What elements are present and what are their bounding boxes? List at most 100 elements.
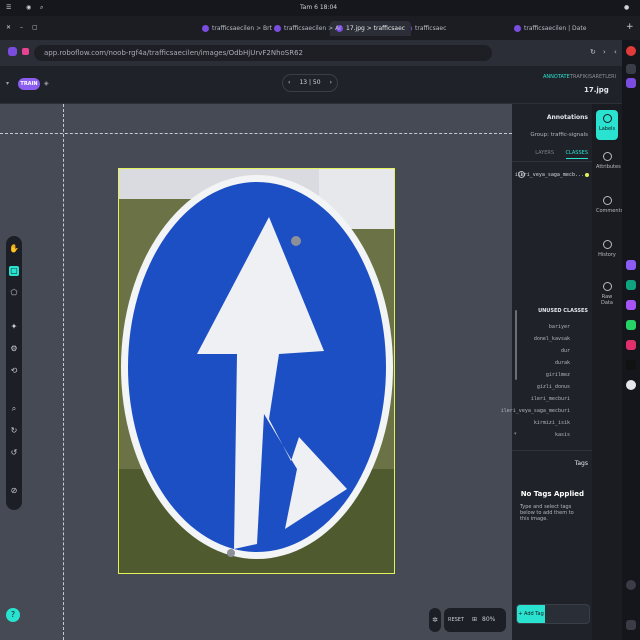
no-tags-body: Type and select tags below to add them t… (520, 504, 574, 522)
breadcrumb[interactable]: TRAFIKISARETLERI (570, 74, 616, 80)
clock: Tam 6 18:04 (300, 4, 338, 11)
labels-icon (602, 114, 612, 123)
crosshair-vertical (63, 104, 64, 640)
annotate-link[interactable]: ANNOTATE (543, 74, 570, 80)
no-tags-title: No Tags Applied (520, 490, 584, 498)
undo-icon[interactable]: ↺ (9, 448, 19, 458)
traffic-sign-image (119, 169, 394, 573)
unused-class-item[interactable]: gizli_donus (537, 384, 570, 390)
messenger-icon[interactable] (626, 300, 636, 310)
browser-sidebar (622, 40, 640, 640)
comments-icon (602, 196, 612, 205)
repeat-previous-icon[interactable]: ⟲ (9, 366, 19, 376)
divider (512, 450, 592, 451)
next-image-icon[interactable]: › (330, 75, 332, 91)
file-name: 17.jpg (584, 86, 609, 94)
search-icon[interactable]: ⌕ (40, 4, 43, 12)
unused-class-item[interactable]: durak (555, 360, 570, 366)
settings-icon[interactable]: ✲ (429, 608, 441, 632)
minimize-icon[interactable]: – (20, 24, 23, 31)
help-icon[interactable]: ? (6, 608, 20, 622)
maximize-icon[interactable]: ▢ (32, 24, 38, 31)
whatsapp-icon[interactable] (626, 320, 636, 330)
reload-icon[interactable]: ↻ (590, 48, 596, 56)
aria-icon[interactable] (626, 260, 636, 270)
x-icon[interactable] (626, 360, 636, 370)
unused-class-item[interactable]: donel_kavsak (534, 336, 570, 342)
prev-image-icon[interactable]: ‹ (288, 75, 290, 91)
instagram-icon[interactable] (626, 340, 636, 350)
rail-label: Raw Data (601, 294, 613, 306)
roboflow-icon[interactable] (626, 78, 636, 88)
back-icon[interactable]: ‹ (614, 48, 617, 56)
wifi-icon[interactable]: ◉ (26, 4, 31, 11)
app-header: TRAIN ▾ ◈ ‹ 13 | 50 › TRAFIKISARETLERI A… (0, 66, 622, 104)
used-class-name: ileri_veya_saga_mecb... (514, 172, 584, 178)
fit-icon[interactable]: ⊞ (472, 608, 477, 632)
heart-icon[interactable] (626, 580, 636, 590)
control-icon[interactable]: ☰ (6, 4, 11, 11)
tab-3[interactable]: trafficsaecilen > Ar (268, 21, 348, 36)
tags-heading: Tags (574, 460, 588, 467)
rail-history[interactable]: History (596, 240, 618, 258)
label-assist-icon[interactable]: ⚙ (9, 344, 19, 354)
annotated-image[interactable] (118, 168, 395, 574)
url-text: app.roboflow.com/noob-rgf4a/trafficsaeci… (44, 49, 303, 57)
rail-attributes[interactable]: Attributes (596, 152, 621, 170)
rail-raw-data[interactable]: Raw Data (596, 282, 618, 306)
tab-title: trafficsaec (415, 25, 447, 32)
browser-tabbar: ✕ – ▢ trafficsaec 17.jpg > trafficsaec t… (0, 16, 640, 40)
apple-icon[interactable]: ● (624, 4, 629, 11)
add-tag-input[interactable]: + Add Tag (516, 604, 590, 624)
reset-zoom-button[interactable]: RESET (448, 608, 464, 632)
rail-labels[interactable]: Labels (596, 110, 618, 140)
chevron-down-icon[interactable]: ▾ (514, 431, 517, 437)
image-counter[interactable]: ‹ 13 | 50 › (282, 74, 338, 92)
address-bar-row: app.roboflow.com/noob-rgf4a/trafficsaeci… (0, 40, 640, 66)
smart-poly-tool-icon[interactable]: ✦ (9, 322, 19, 332)
hide-annotations-icon[interactable]: ⊘ (9, 486, 19, 496)
home-icon[interactable] (626, 64, 636, 74)
crosshair-horizontal (0, 133, 512, 134)
unused-class-item[interactable]: kirmizi_isik (534, 420, 570, 426)
train-button[interactable]: TRAIN (18, 78, 40, 90)
opera-icon[interactable] (626, 46, 636, 56)
close-window-icon[interactable]: ✕ (6, 24, 11, 31)
redo-icon[interactable]: ↻ (9, 426, 19, 436)
used-class-row[interactable]: 1 ileri_veya_saga_mecb... (512, 170, 592, 182)
chatgpt-icon[interactable] (626, 280, 636, 290)
clock-icon[interactable] (626, 380, 636, 390)
unused-class-item[interactable]: kasis (555, 432, 570, 438)
unused-class-item[interactable]: bariyer (549, 324, 570, 330)
rail-label: Comments (596, 208, 624, 214)
unused-class-item[interactable]: ileri_veya_saga_mecburi (501, 408, 570, 414)
forward-icon[interactable]: › (603, 48, 606, 56)
tab-title: trafficsaecilen > Ar (284, 25, 342, 32)
tab-classes[interactable]: CLASSES (565, 150, 588, 159)
unused-class-item[interactable]: ileri_mecburi (531, 396, 570, 402)
model-icon[interactable]: ◈ (44, 80, 49, 87)
tab-4[interactable]: trafficsaecilen > Brt (196, 21, 278, 36)
unused-class-item[interactable]: dur (561, 348, 570, 354)
hand-tool-icon[interactable]: ✋ (9, 244, 19, 254)
unused-class-item[interactable]: girilmez (546, 372, 570, 378)
tool-palette: ✋ ▢ ⬠ ✦ ⚙ ⟲ ⌕ ↻ ↺ ⊘ (6, 236, 22, 510)
chevron-down-icon[interactable]: ▾ (6, 80, 9, 87)
tab-title: trafficsaecilen > Brt (212, 25, 272, 32)
tab-layers[interactable]: LAYERS (535, 150, 554, 156)
rail-comments[interactable]: Comments (596, 196, 623, 214)
attributes-icon (602, 152, 612, 161)
zoom-level: 80% (482, 616, 496, 623)
bounding-box-tool-icon[interactable]: ▢ (9, 266, 19, 276)
tab-title: trafficsaecilen | Date (524, 25, 587, 32)
new-tab-icon[interactable]: + (626, 22, 634, 32)
zoom-icon[interactable]: ⌕ (9, 404, 19, 414)
extension-icon[interactable] (22, 48, 29, 55)
unused-classes-heading: UNUSED CLASSES (538, 308, 588, 314)
scrollbar[interactable] (515, 310, 517, 380)
tab-5[interactable]: trafficsaecilen | Date (508, 21, 592, 36)
url-field[interactable]: app.roboflow.com/noob-rgf4a/trafficsaeci… (34, 45, 492, 61)
extension-icon[interactable] (8, 47, 17, 56)
more-icon[interactable] (626, 620, 636, 630)
polygon-tool-icon[interactable]: ⬠ (9, 288, 19, 298)
